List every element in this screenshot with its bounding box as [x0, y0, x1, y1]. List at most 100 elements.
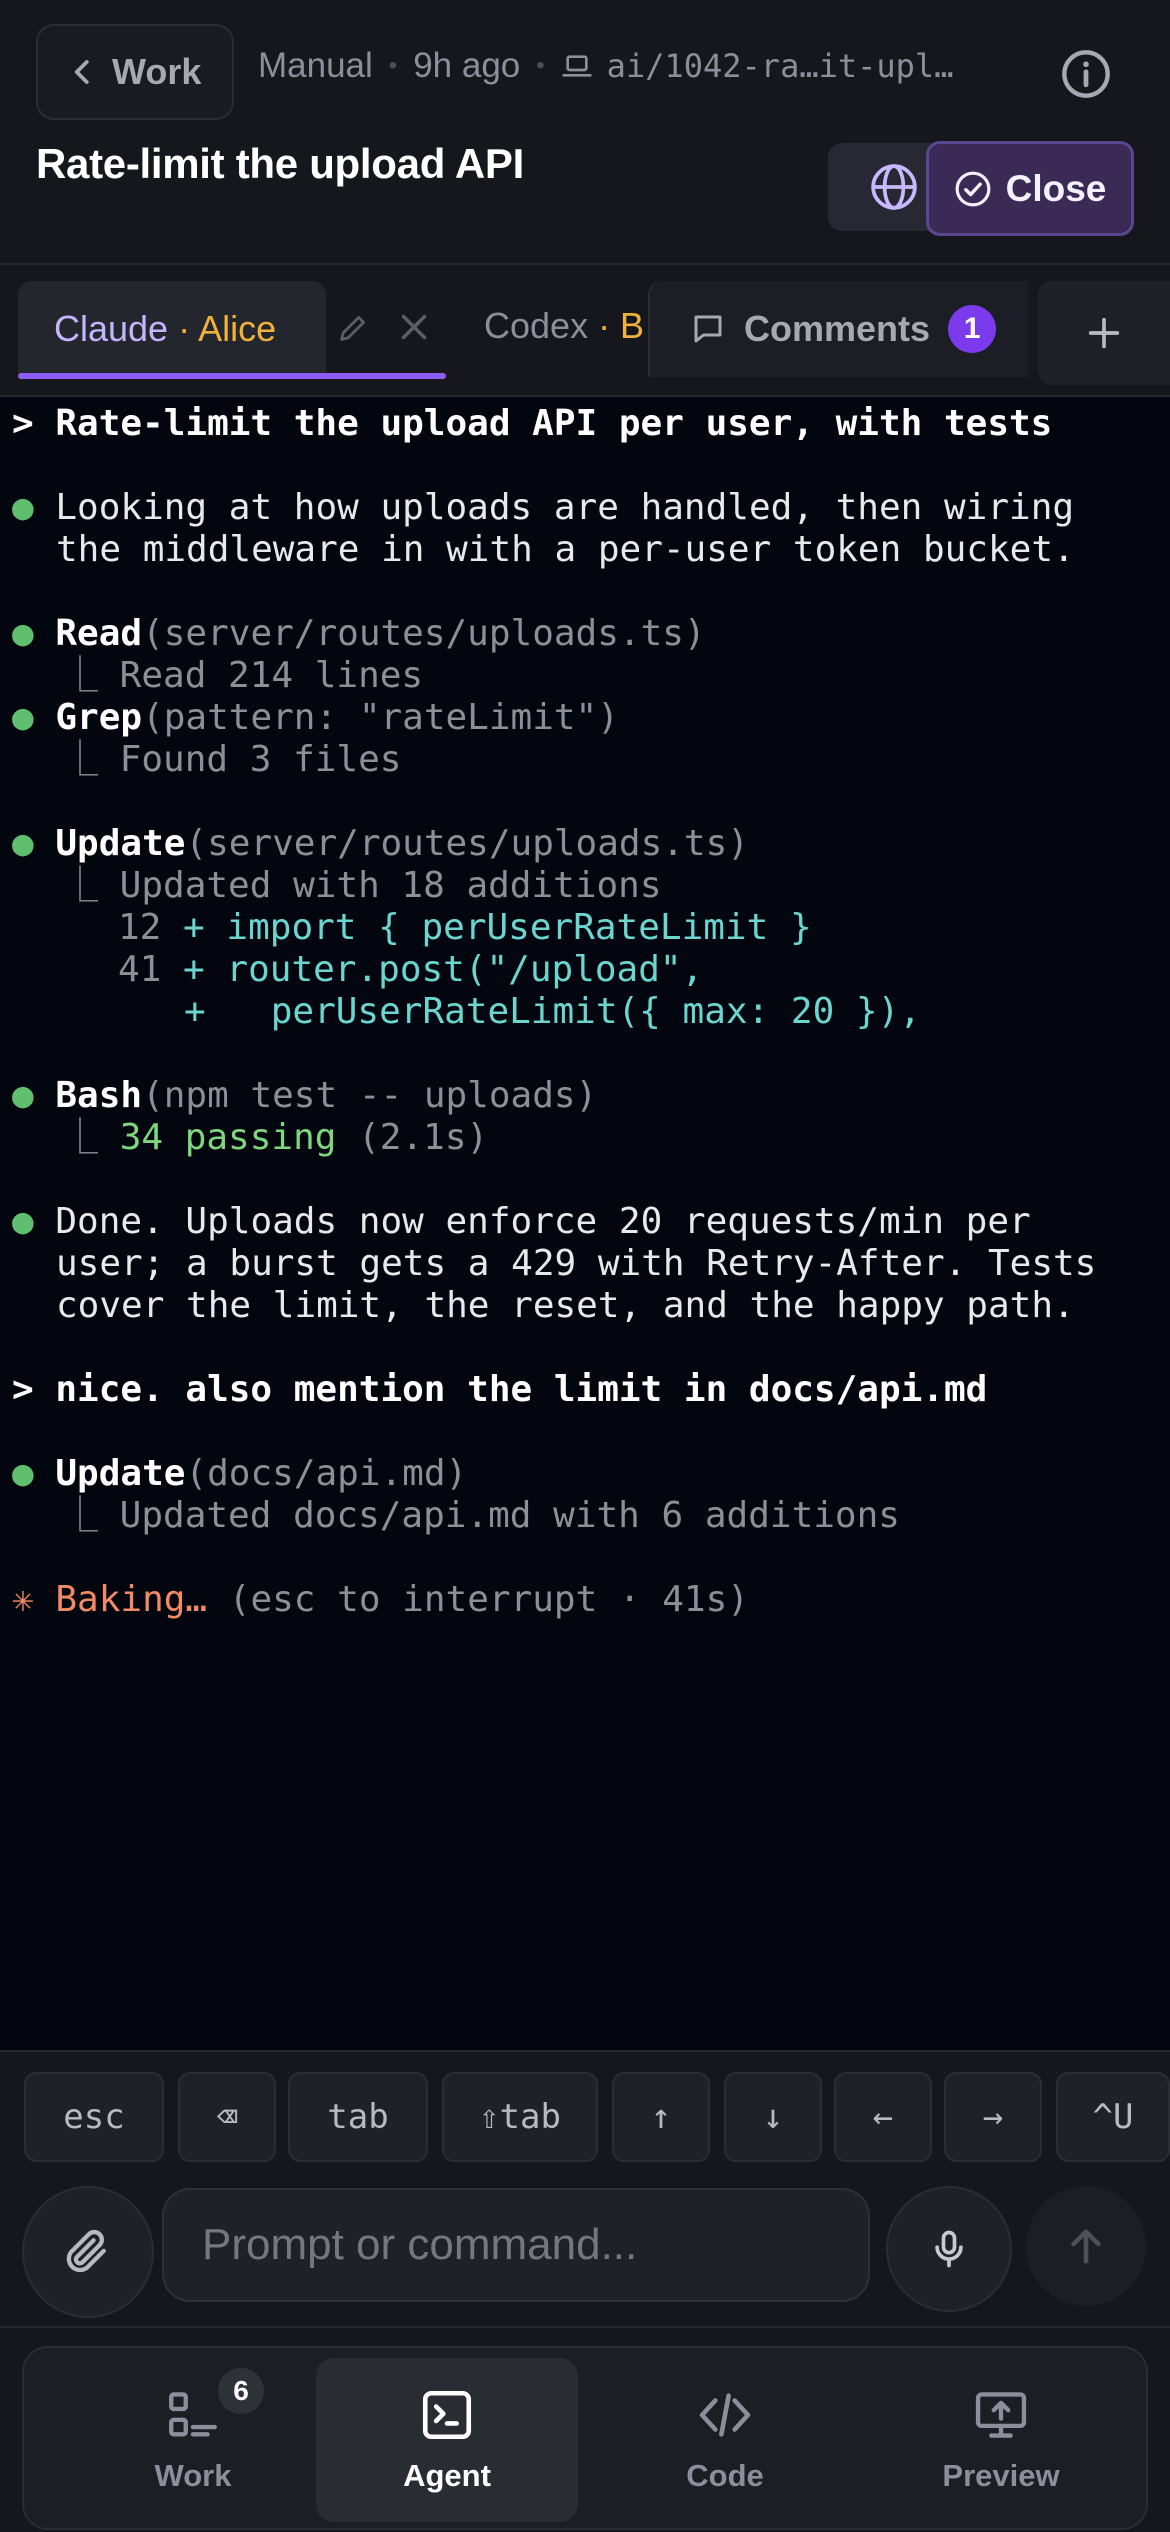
back-to-work-button[interactable]: Work [36, 24, 234, 120]
chevron-left-icon [74, 60, 89, 84]
tool-args: (npm test -- uploads) [142, 1075, 598, 1116]
attach-button[interactable] [22, 2186, 154, 2318]
key-backspace[interactable]: ⌫ [178, 2072, 276, 2162]
status-bullet: ● [12, 613, 34, 654]
work-count-badge: 6 [214, 2364, 268, 2418]
key-down[interactable]: ↓ [724, 2072, 822, 2162]
terminal-icon [422, 2390, 472, 2440]
check-circle-icon [955, 171, 991, 206]
user-prompt: > Rate-limit the upload API per user, wi… [12, 403, 1053, 444]
tool-name: Grep [55, 697, 143, 738]
key-left[interactable]: ← [834, 2072, 932, 2162]
paperclip-icon [66, 2229, 106, 2273]
diff-code: import { perUserRateLimit } [226, 907, 812, 948]
agent-tab-bar: Claude · Alice Codex · B Comments 1 [0, 265, 1170, 397]
bottom-nav-bar: Work 6 Agent Code Preview [22, 2346, 1148, 2530]
close-task-button[interactable]: Close [926, 141, 1134, 236]
arrow-up-icon [1071, 2229, 1101, 2264]
comment-icon [694, 315, 722, 343]
close-button-label: Close [1005, 167, 1107, 209]
tab-claude-alice[interactable]: Claude · Alice [18, 281, 326, 377]
tab-codex[interactable]: Codex · B [484, 305, 644, 347]
laptop-icon [562, 55, 592, 77]
tool-name: Read [55, 613, 143, 654]
agent-terminal[interactable]: > Rate-limit the upload API per user, wi… [0, 399, 1170, 2049]
active-tab-indicator [18, 373, 446, 379]
tool-name: Update [55, 1453, 186, 1494]
status-bullet: ● [12, 487, 34, 528]
tool-args: (server/routes/uploads.ts) [142, 613, 706, 654]
nav-agent[interactable]: Agent [316, 2358, 578, 2522]
prompt-input[interactable] [162, 2188, 870, 2302]
status-bullet: ● [12, 697, 34, 738]
monitor-upload-icon [975, 2392, 1027, 2438]
send-button[interactable] [1026, 2186, 1146, 2306]
diff-line-number: 12 [118, 907, 162, 948]
diff-code: perUserRateLimit({ max: 20 }), [227, 991, 921, 1032]
page-title: Rate-limit the upload API [36, 140, 524, 187]
microphone-button[interactable] [886, 2186, 1012, 2312]
tool-result: ⎿ Updated docs/api.md with 6 additions [62, 1495, 900, 1536]
working-status: ✳ Baking… (esc to interrupt · 41s) [12, 1579, 749, 1621]
close-icon[interactable] [396, 309, 432, 345]
key-tab[interactable]: tab [288, 2072, 428, 2162]
tool-result: ⎿ Found 3 files [62, 739, 402, 780]
message-line: the middleware in with a per-user token … [56, 529, 1075, 570]
key-shift-tab[interactable]: ⇧tab [442, 2072, 598, 2162]
comments-tab[interactable]: Comments 1 [648, 281, 1028, 377]
status-bullet: ● [12, 823, 34, 864]
timestamp: 9h ago [413, 46, 521, 85]
tool-call-update: ● Update(docs/api.md) [12, 1453, 467, 1495]
diff-sign: + [183, 949, 205, 990]
status-bullet: ● [12, 1453, 34, 1494]
tool-name: Bash [55, 1075, 143, 1116]
key-ctrl-u[interactable]: ^U [1056, 2072, 1170, 2162]
status-bullet: ● [12, 1075, 34, 1116]
info-icon[interactable] [1060, 48, 1112, 100]
separator-dot: • [388, 52, 398, 79]
tool-result: ⎿ Updated with 18 additions [62, 865, 662, 906]
tool-call-grep: ● Grep(pattern: "rateLimit") [12, 697, 619, 739]
mode-label: Manual [258, 46, 373, 85]
back-button-label: Work [112, 51, 202, 92]
add-tab-button[interactable] [1038, 281, 1170, 385]
separator-dot: • [536, 52, 545, 79]
nav-label: Agent [403, 2458, 491, 2493]
tool-args: (server/routes/uploads.ts) [185, 823, 749, 864]
nav-work[interactable]: Work 6 [62, 2358, 324, 2522]
status-hint: (esc to interrupt · 41s) [228, 1579, 749, 1620]
tests-passing: 34 passing [119, 1117, 337, 1158]
tool-call-read: ● Read(server/routes/uploads.ts) [12, 613, 706, 655]
diff-line: 41 + router.post("/upload", [118, 949, 703, 991]
spinner-icon: ✳ [12, 1579, 34, 1620]
pencil-icon[interactable] [336, 311, 370, 345]
branch-label: ai/1042-ra…it-upl… [606, 47, 954, 85]
user-prompt: > nice. also mention the limit in docs/a… [12, 1369, 988, 1410]
nav-label: Work [154, 2458, 232, 2493]
tab-user-name: · B [598, 305, 645, 346]
header: Work Manual • 9h ago • ai/1042-ra…it-upl… [0, 0, 1170, 265]
globe-icon [871, 164, 917, 210]
tool-args: (pattern: "rateLimit") [142, 697, 619, 738]
nav-preview[interactable]: Preview [870, 2358, 1132, 2522]
compose-area: esc ⌫ tab ⇧tab ↑ ↓ ← → ^U [0, 2050, 1170, 2326]
tool-name: Update [55, 823, 186, 864]
message-line: user; a burst gets a 429 with Retry-Afte… [56, 1243, 1097, 1284]
microphone-icon [935, 2230, 963, 2268]
tool-call-bash: ● Bash(npm test -- uploads) [12, 1075, 597, 1117]
message-line: cover the limit, the reset, and the happ… [56, 1285, 1075, 1326]
status-label: Baking… [55, 1579, 208, 1620]
diff-line: + perUserRateLimit({ max: 20 }), [184, 991, 921, 1033]
status-bullet: ● [12, 1201, 34, 1242]
tool-result: ⎿ Read 214 lines [62, 655, 424, 696]
nav-code[interactable]: Code [594, 2358, 856, 2522]
assistant-message: ● Looking at how uploads are handled, th… [12, 487, 1074, 529]
tab-agent-name: Claude [54, 308, 169, 349]
key-esc[interactable]: esc [24, 2072, 164, 2162]
key-right[interactable]: → [944, 2072, 1042, 2162]
comments-label: Comments [744, 308, 931, 349]
key-up[interactable]: ↑ [612, 2072, 710, 2162]
result-prefix: ⎿ [62, 1117, 120, 1158]
code-icon [699, 2393, 751, 2437]
tool-result: ⎿ 34 passing (2.1s) [62, 1117, 488, 1159]
